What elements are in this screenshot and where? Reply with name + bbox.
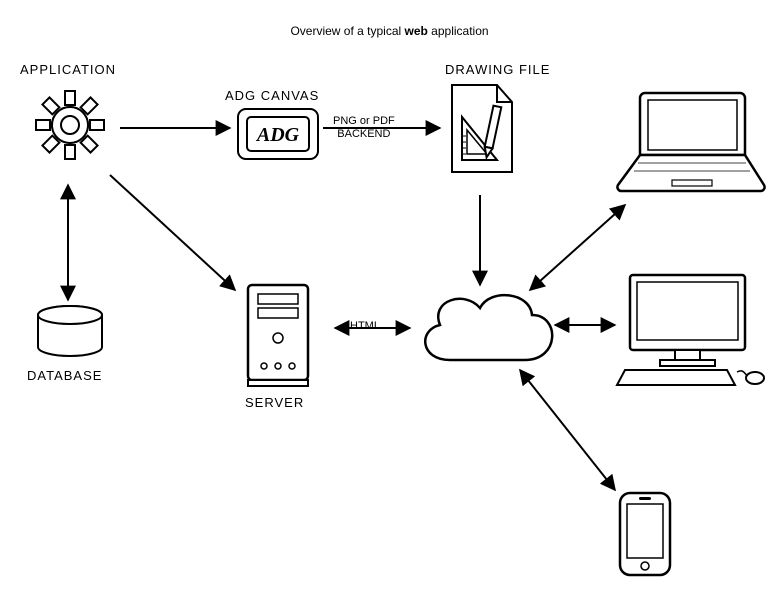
server-label: SERVER <box>245 395 304 410</box>
edge-label-server-cloud: HTML <box>350 320 380 333</box>
desktop-icon <box>615 270 775 390</box>
gear-icon <box>30 85 110 165</box>
adg-canvas-icon: ADG <box>237 108 319 160</box>
edge-label-canvas-file: PNG or PDF BACKEND <box>333 115 395 140</box>
database-icon <box>35 305 105 360</box>
application-label: APPLICATION <box>20 62 116 77</box>
drawing-file-icon <box>447 82 517 177</box>
server-icon <box>240 280 320 390</box>
edge-app-to-server <box>110 175 235 290</box>
edge-cloud-phone <box>520 370 615 490</box>
cloud-icon <box>410 280 560 375</box>
laptop-icon <box>610 85 770 200</box>
adg-canvas-label: ADG CANVAS <box>225 88 319 103</box>
database-label: DATABASE <box>27 368 102 383</box>
smartphone-icon <box>615 490 675 580</box>
drawing-file-label: DRAWING FILE <box>445 62 550 77</box>
svg-text:ADG: ADG <box>255 124 300 146</box>
edge-cloud-laptop <box>530 205 625 290</box>
